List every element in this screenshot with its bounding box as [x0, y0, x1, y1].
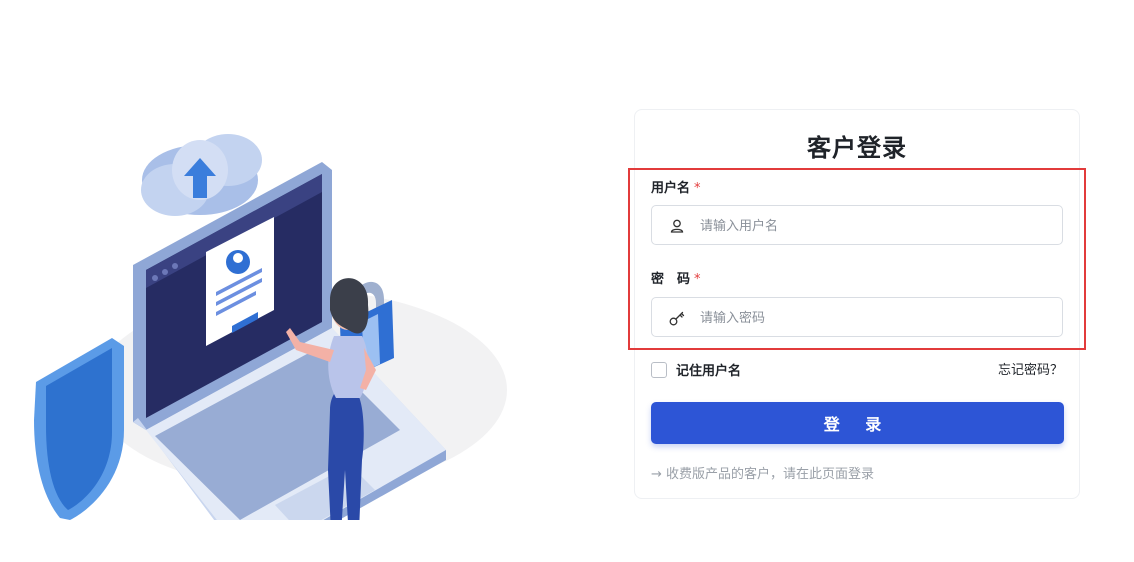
hint-text: 收费版产品的客户，请在此页面登录	[666, 467, 875, 482]
password-label-text: 密 码	[651, 272, 691, 287]
login-button[interactable]: 登 录	[651, 402, 1064, 444]
shield-icon	[34, 338, 124, 520]
required-mark: *	[694, 181, 701, 196]
required-mark: *	[694, 272, 701, 287]
remember-label: 记住用户名	[676, 364, 742, 379]
login-card: 客户登录 用户名* 密 码* 记住用户名 忘记密码？ 登 录 → 收费版产品的客…	[634, 109, 1080, 499]
page-title: 客户登录	[807, 134, 907, 162]
password-input[interactable]	[698, 298, 1052, 338]
password-field[interactable]	[651, 297, 1063, 338]
security-illustration	[34, 134, 507, 520]
cloud-upload-icon	[141, 134, 262, 216]
username-label: 用户名 *	[651, 177, 701, 196]
username-field[interactable]	[651, 205, 1063, 246]
arrow-right-icon: →	[651, 467, 662, 482]
forgot-password-link[interactable]: 忘记密码？	[998, 359, 1063, 378]
remember-checkbox[interactable]	[651, 361, 667, 378]
username-input[interactable]	[698, 206, 1052, 246]
username-label-text: 用户名	[651, 181, 691, 196]
remember-username[interactable]: 记住用户名	[651, 360, 741, 379]
paid-customer-hint-link[interactable]: → 收费版产品的客户，请在此页面登录	[651, 463, 874, 482]
user-icon	[670, 219, 684, 233]
key-icon	[669, 311, 685, 326]
password-label: 密 码 *	[651, 268, 701, 287]
